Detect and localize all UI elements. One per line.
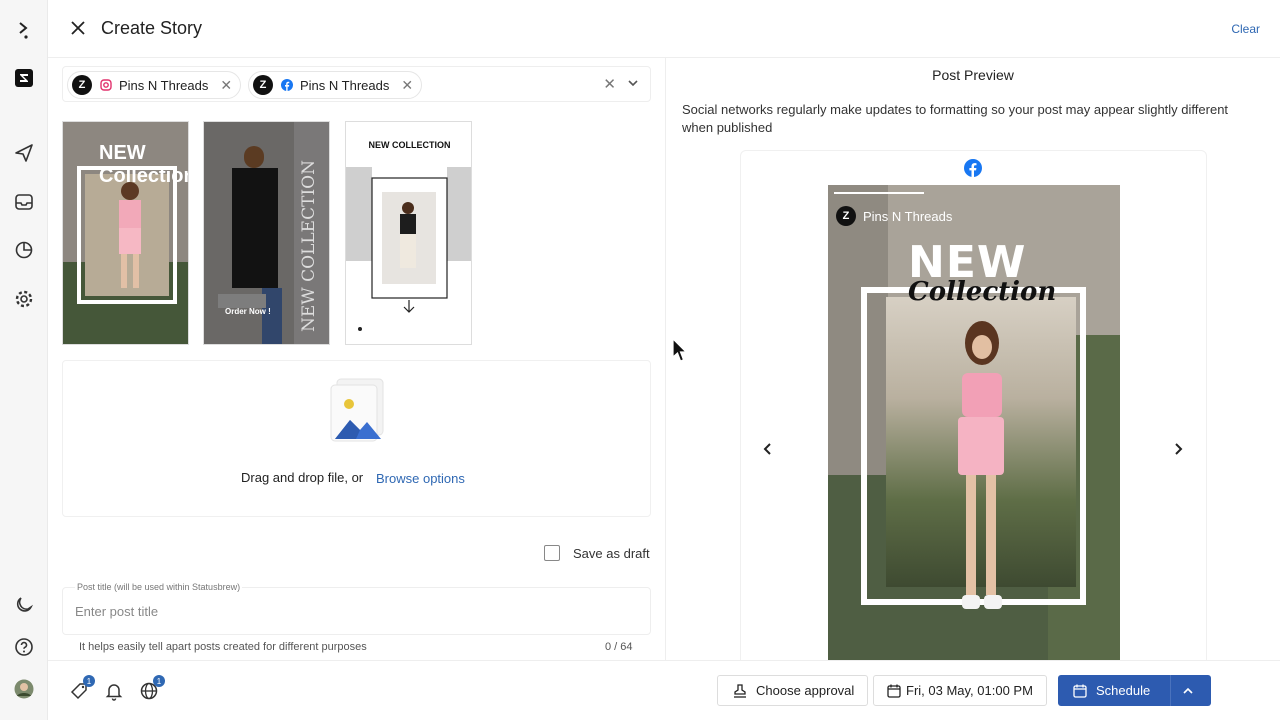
- media-thumbnail[interactable]: NEW Collection: [62, 121, 189, 345]
- page-title: Create Story: [101, 18, 203, 38]
- schedule-date-button[interactable]: Fri, 03 May, 01:00 PM: [873, 675, 1047, 706]
- media-thumbnail[interactable]: NEW COLLECTION Order Now !: [203, 121, 330, 345]
- approval-stamp-icon: [734, 683, 746, 698]
- story-subheadline: Collection: [908, 277, 1057, 307]
- analytics-icon[interactable]: [12, 238, 36, 262]
- globe-badge: 1: [153, 675, 165, 687]
- account-chip-label: Pins N Threads: [119, 77, 209, 93]
- thumbnail-cta: Order Now !: [225, 307, 271, 316]
- inbox-icon[interactable]: [12, 190, 36, 214]
- post-title-legend: Post title (will be used within Statusbr…: [75, 582, 243, 592]
- remove-account-icon[interactable]: ✕: [220, 77, 232, 94]
- dropzone-text: Drag and drop file, or: [241, 470, 364, 485]
- post-title-counter: 0 / 64: [605, 641, 633, 653]
- remove-account-icon[interactable]: ✕: [401, 77, 413, 94]
- post-title-field: Post title (will be used within Statusbr…: [62, 582, 651, 635]
- account-chip-facebook[interactable]: Z Pins N Threads ✕: [248, 71, 423, 99]
- thumbnail-headline: NEW Collection: [99, 142, 189, 187]
- post-preview-panel: Post Preview Social networks regularly m…: [666, 58, 1280, 670]
- help-icon[interactable]: [12, 635, 36, 659]
- account-chip-label: Pins N Threads: [300, 77, 390, 93]
- notification-bell-icon[interactable]: [104, 681, 124, 701]
- thumbnail-headline: NEW COLLECTION: [368, 140, 451, 150]
- schedule-label: Schedule: [1096, 683, 1151, 698]
- story-model-figure: [958, 321, 1004, 609]
- instagram-icon: [100, 79, 112, 91]
- image-upload-icon: [330, 378, 384, 442]
- clear-button[interactable]: Clear: [1231, 22, 1260, 36]
- calendar-icon: [887, 684, 901, 698]
- left-rail: [0, 0, 48, 720]
- choose-approval-button[interactable]: Choose approval: [717, 675, 868, 706]
- chevron-up-icon[interactable]: [1182, 685, 1194, 697]
- file-dropzone[interactable]: Drag and drop file, or Browse options: [62, 360, 651, 517]
- app-logo-icon[interactable]: [12, 18, 36, 42]
- dark-mode-moon-icon[interactable]: [12, 593, 36, 617]
- story-account-avatar: Z: [836, 206, 856, 226]
- account-selector[interactable]: Z Pins N Threads ✕ Z Pins N Threads ✕ ✕: [62, 66, 651, 102]
- tag-badge: 1: [83, 675, 95, 687]
- account-avatar: Z: [72, 75, 92, 95]
- preview-card: Z Pins N Threads NEW Collection: [740, 150, 1207, 670]
- post-title-input[interactable]: [75, 604, 635, 619]
- post-title-help: It helps easily tell apart posts created…: [79, 641, 367, 653]
- chevron-down-icon[interactable]: [626, 76, 640, 90]
- media-thumbnail[interactable]: NEW COLLECTION: [345, 121, 472, 345]
- schedule-button[interactable]: Schedule: [1058, 675, 1211, 706]
- publish-icon[interactable]: [12, 141, 36, 165]
- close-icon[interactable]: [68, 18, 88, 38]
- thumbnail-side-text: NEW COLLECTION: [299, 160, 319, 332]
- chevron-left-icon[interactable]: [760, 441, 776, 457]
- calendar-icon: [1073, 684, 1087, 698]
- chevron-right-icon[interactable]: [1170, 441, 1186, 457]
- globe-icon[interactable]: 1: [139, 675, 165, 701]
- header: Create Story Clear: [48, 0, 1280, 58]
- mouse-cursor-icon: [672, 338, 688, 362]
- story-progress-bar: [834, 192, 924, 194]
- user-avatar[interactable]: [12, 677, 36, 701]
- footer-bar: 1 1 Choose approval Fri, 03 May, 01:00 P…: [48, 660, 1280, 720]
- schedule-date-label: Fri, 03 May, 01:00 PM: [906, 683, 1033, 698]
- facebook-icon: [964, 159, 982, 177]
- schedule-divider: [1170, 675, 1171, 706]
- choose-approval-label: Choose approval: [756, 683, 855, 698]
- workspace-avatar-icon[interactable]: [12, 66, 36, 90]
- preview-title: Post Preview: [932, 67, 1014, 83]
- account-chip-instagram[interactable]: Z Pins N Threads ✕: [67, 71, 242, 99]
- story-editor: Z Pins N Threads ✕ Z Pins N Threads ✕ ✕: [48, 58, 665, 660]
- tag-icon[interactable]: 1: [69, 675, 95, 701]
- facebook-icon: [281, 79, 293, 91]
- browse-options-link[interactable]: Browse options: [376, 471, 465, 486]
- story-account-name: Pins N Threads: [863, 209, 953, 224]
- settings-gear-icon[interactable]: [12, 287, 36, 311]
- save-as-draft-checkbox[interactable]: [544, 545, 560, 561]
- preview-note: Social networks regularly make updates t…: [682, 102, 1229, 135]
- account-avatar: Z: [253, 75, 273, 95]
- clear-accounts-icon[interactable]: ✕: [603, 75, 616, 93]
- story-preview: Z Pins N Threads NEW Collection: [828, 185, 1120, 669]
- save-as-draft-label: Save as draft: [573, 546, 650, 561]
